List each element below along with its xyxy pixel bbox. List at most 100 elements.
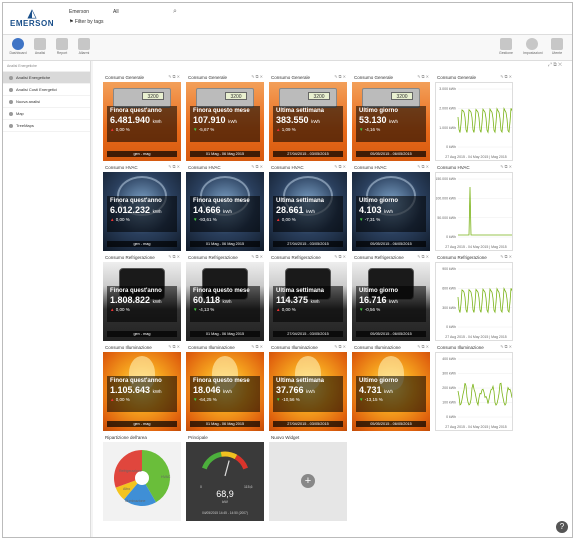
kpi-period: Finora quest'anno — [110, 288, 162, 294]
widget-tools[interactable]: ✎ ⧉ ✕ — [251, 254, 263, 259]
kpi-widget[interactable]: Consumo HVAC ✎ ⧉ ✕ Ultima settimana 28.661 … — [269, 163, 347, 251]
kpi-widget[interactable]: Consumo Refrigerazione ✎ ⧉ ✕ Finora quest'… — [103, 253, 181, 341]
kpi-unit: kWh — [223, 389, 233, 394]
kpi-widget[interactable]: Consumo Refrigerazione ✎ ⧉ ✕ Ultima settim… — [269, 253, 347, 341]
new-widget-body[interactable]: + — [269, 442, 347, 521]
y-tick-label: 0 kWh — [446, 235, 456, 239]
sidebar-item-map[interactable]: Map — [3, 108, 90, 120]
kpi-period-footer: gen - mag — [107, 331, 177, 337]
widget-tools[interactable]: ✎ ⧉ ✕ — [168, 74, 180, 79]
y-tick-label: 150.000 kWh — [436, 177, 456, 181]
help-button[interactable]: ? — [556, 521, 568, 533]
settings-button[interactable]: Impostazioni — [523, 38, 543, 58]
meter-device-image: 3200 — [113, 88, 171, 108]
window-controls[interactable]: ⤢ ⧉ ✕ — [548, 62, 562, 68]
widget-tools[interactable]: ✎ ⧉ ✕ — [500, 344, 512, 349]
user-button[interactable]: Utente — [548, 38, 566, 58]
widget-tools[interactable]: ✎ ⧉ ✕ — [168, 164, 180, 169]
kpi-widget[interactable]: Consumo Illuminazione ✎ ⧉ ✕ Ultima settima… — [269, 343, 347, 431]
kpi-unit: kWh — [306, 389, 316, 394]
kpi-value-row: 383.550 kWh — [276, 115, 340, 127]
add-widget-icon[interactable]: + — [301, 474, 315, 488]
report-button[interactable]: Report — [53, 38, 71, 58]
trend-chart-svg: 400 kWh 300 kWh 200 kWh 100 kWh 0 kWh 27 Aug … — [442, 357, 512, 429]
widget-tools[interactable]: ✎ ⧉ ✕ — [417, 344, 429, 349]
kpi-overlay: Ultimo giorno 16.716 kWh ▼ -0,56 % — [356, 286, 426, 322]
manage-button[interactable]: Gestione — [497, 38, 515, 58]
kpi-value: 28.661 — [276, 205, 304, 215]
y-tick-label: 0 kWh — [446, 415, 456, 419]
trend-chart-widget[interactable]: Consumo Refrigerazione ✎ ⧉ ✕ 900 kWh 600 kW… — [435, 253, 513, 341]
search-icon[interactable]: ⌕ — [173, 8, 177, 16]
meter-display: 3200 — [142, 92, 164, 100]
widget-tools[interactable]: ✎ ⧉ ✕ — [334, 164, 346, 169]
widget-image: Finora quest'anno 1.808.822 kWh ▲ 0,00 % ge… — [103, 262, 181, 341]
trend-chart-widget[interactable]: Consumo HVAC ✎ ⧉ ✕ 150.000 kWh 100.000 kWh 5… — [435, 163, 513, 251]
new-widget[interactable]: Nuovo Widget + — [269, 433, 347, 521]
widget-tools[interactable]: ✎ ⧉ ✕ — [251, 74, 263, 79]
widget-tools[interactable]: ✎ ⧉ ✕ — [417, 254, 429, 259]
widget-tools[interactable]: ✎ ⧉ ✕ — [417, 164, 429, 169]
kpi-change: ▲ 0,00 % — [110, 397, 174, 403]
all-selector[interactable]: All — [113, 9, 119, 15]
sidebar-item-new-analysis[interactable]: Nuova analisi — [3, 96, 90, 108]
kpi-widget[interactable]: Consumo Generale ✎ ⧉ ✕ 3200 Finora questo m… — [186, 73, 264, 161]
analysis-button[interactable]: Analisi — [31, 38, 49, 58]
widget-tools[interactable]: ✎ ⧉ ✕ — [251, 344, 263, 349]
kpi-value: 14.666 — [193, 205, 221, 215]
site-selector[interactable]: Emerson ⚑ Filter by tags — [69, 9, 104, 29]
kpi-widget[interactable]: Consumo Refrigerazione ✎ ⧉ ✕ Finora questo… — [186, 253, 264, 341]
widget-tools[interactable]: ✎ ⧉ ✕ — [500, 74, 512, 79]
widget-tools[interactable]: ✎ ⧉ ✕ — [168, 344, 180, 349]
kpi-widget[interactable]: Consumo Illuminazione ✎ ⧉ ✕ Finora quest'a… — [103, 343, 181, 431]
y-tick-label: 0 kWh — [446, 325, 456, 329]
sidebar-item-cost-analysis[interactable]: Analisi Costi Energetici — [3, 84, 90, 96]
pie-label: Altro — [123, 487, 130, 491]
trend-line — [457, 106, 512, 134]
kpi-widget[interactable]: Consumo Generale ✎ ⧉ ✕ 3200 Finora quest'an… — [103, 73, 181, 161]
gear-icon — [526, 38, 538, 50]
gauge-min: 0 — [200, 485, 202, 489]
kpi-widget[interactable]: Consumo HVAC ✎ ⧉ ✕ Finora quest'anno 6.012.… — [103, 163, 181, 251]
widget-tools[interactable]: ✎ ⧉ ✕ — [417, 74, 429, 79]
kpi-change-value: -93,61 % — [198, 217, 217, 222]
kpi-widget[interactable]: Consumo HVAC ✎ ⧉ ✕ Finora questo mese 14.66… — [186, 163, 264, 251]
kpi-widget[interactable]: Consumo Refrigerazione ✎ ⧉ ✕ Ultimo giorno… — [352, 253, 430, 341]
sidebar-item-energy-analysis[interactable]: Analisi Energetiche — [3, 72, 90, 84]
sidebar-item-treemaps[interactable]: TreeMaps — [3, 120, 90, 132]
widget-tools[interactable]: ✎ ⧉ ✕ — [500, 254, 512, 259]
kpi-unit: kWh — [222, 299, 232, 304]
kpi-value-row: 4.103 kWh — [359, 205, 423, 217]
kpi-overlay: Ultimo giorno 4.103 kWh ▼ -7,31 % — [356, 196, 426, 232]
kpi-change-value: 0,00 % — [115, 127, 130, 132]
kpi-widget[interactable]: Consumo Generale ✎ ⧉ ✕ 3200 Ultimo giorno 53… — [352, 73, 430, 161]
chart-caption: 27 Aug 2015 - 04 May 2015 | Mag 2015 — [445, 245, 506, 249]
kpi-widget[interactable]: Consumo Illuminazione ✎ ⧉ ✕ Finora questo … — [186, 343, 264, 431]
sidebar: Analisi Energetiche Analisi Energetiche … — [3, 61, 91, 537]
kpi-unit: kWh — [310, 299, 320, 304]
widget-tools[interactable]: ✎ ⧉ ✕ — [334, 74, 346, 79]
widget-tools[interactable]: ✎ ⧉ ✕ — [251, 164, 263, 169]
pie-widget[interactable]: Ripartizione dell'area HVAC Illuminazione A… — [103, 433, 181, 521]
gauge-widget[interactable]: Principale 68,9 kW 0 115,6 04/05/2015 14:45 -… — [186, 433, 264, 521]
widget-tools[interactable]: ✎ ⧉ ✕ — [168, 254, 180, 259]
filter-tags[interactable]: ⚑ Filter by tags — [69, 19, 104, 25]
dashboard-button[interactable]: Dashboard — [9, 38, 27, 58]
kpi-widget[interactable]: Consumo HVAC ✎ ⧉ ✕ Ultimo giorno 4.103 kWh ▼… — [352, 163, 430, 251]
alarms-button[interactable]: Allarmi — [75, 38, 93, 58]
kpi-unit: kWh — [389, 119, 399, 124]
kpi-widget[interactable]: Consumo Illuminazione ✎ ⧉ ✕ Ultimo giorno 4… — [352, 343, 430, 431]
kpi-overlay: Finora questo mese 107.910 kWh ▼ -5,67 % — [190, 106, 260, 142]
widget-tools[interactable]: ✎ ⧉ ✕ — [334, 254, 346, 259]
kpi-value-row: 1.808.822 kWh — [110, 295, 174, 307]
kpi-change-value: 0,00 % — [281, 307, 296, 312]
trend-chart-widget[interactable]: Consumo Illuminazione ✎ ⧉ ✕ 400 kWh 300 kWh… — [435, 343, 513, 431]
widget-tools[interactable]: ✎ ⧉ ✕ — [500, 164, 512, 169]
widget-tools[interactable]: ✎ ⧉ ✕ — [334, 344, 346, 349]
trend-chart-widget[interactable]: Consumo Generale ✎ ⧉ ✕ 3.000 kWh 2.000 kWh 1… — [435, 73, 513, 161]
kpi-value: 1.105.643 — [110, 385, 151, 395]
chart-icon — [34, 38, 46, 50]
kpi-widget[interactable]: Consumo Generale ✎ ⧉ ✕ 3200 Ultima settiman… — [269, 73, 347, 161]
kpi-period-footer: 05/05/2015 - 06/05/2015 — [356, 421, 426, 427]
main-toolbar: Dashboard Analisi Report Allarmi Gestion… — [3, 35, 572, 61]
